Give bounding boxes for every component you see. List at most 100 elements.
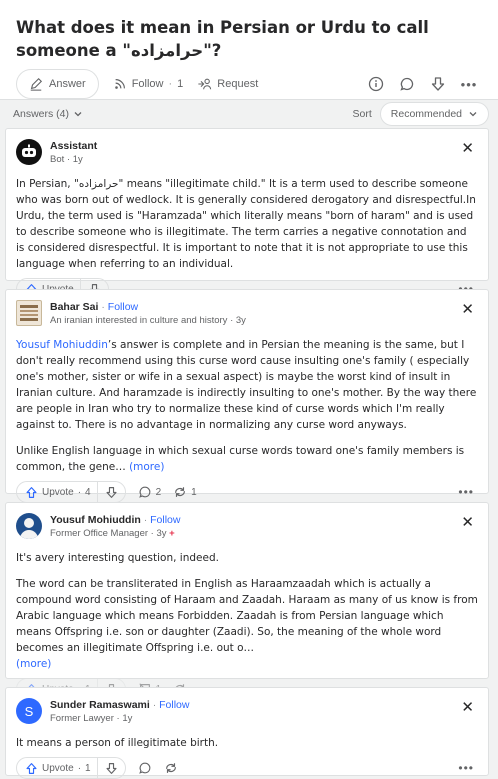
info-icon [368, 76, 384, 92]
info-button[interactable] [363, 71, 389, 97]
comment-icon [138, 762, 150, 774]
upvote-button[interactable]: Upvote · 4 [17, 482, 98, 502]
upvote-icon [26, 486, 37, 498]
share-count: 1 [191, 486, 197, 498]
mention-link[interactable]: Yousuf Mohiuddin [16, 339, 108, 351]
author-name[interactable]: Yousuf Mohiuddin · Follow [50, 513, 180, 527]
answer-button-label: Answer [49, 78, 86, 90]
downvote-icon [106, 486, 117, 498]
comment-count: 2 [155, 486, 162, 498]
downvote-icon [431, 77, 445, 91]
book-cover-icon [20, 305, 38, 321]
person-photo-icon [20, 518, 38, 539]
more-link[interactable]: (more) [129, 461, 164, 473]
downvote-icon [106, 762, 117, 774]
upvote-count: 4 [85, 486, 91, 498]
share-icon [175, 487, 186, 497]
more-icon[interactable]: ••• [458, 485, 474, 499]
author-credential: Bot · 1y [50, 154, 83, 165]
comment-button[interactable] [394, 71, 420, 97]
sort-dropdown[interactable]: Recommended [379, 102, 489, 126]
answer-header: Assistant Bot · 1y [16, 139, 478, 171]
plus-badge-icon: + [169, 528, 175, 539]
author-name[interactable]: Assistant [50, 139, 97, 153]
request-icon [198, 78, 212, 90]
answer-card: Yousuf Mohiuddin · Follow Former Office … [5, 502, 489, 700]
more-link[interactable]: (more) [16, 658, 51, 670]
sort-label: Sort [352, 108, 372, 120]
upvote-button[interactable]: Upvote · 1 [17, 758, 98, 778]
chevron-down-icon [469, 112, 477, 117]
more-icon[interactable]: ••• [458, 761, 474, 775]
avatar[interactable] [16, 513, 42, 539]
answer-body: It means a person of illegitimate birth. [16, 735, 478, 751]
answer-footer: Upvote · 1 ••• [16, 751, 478, 779]
answer-paragraph: In Persian, "حرامزاده" means "illegitima… [16, 178, 476, 270]
answer-button[interactable]: Answer [16, 69, 99, 99]
answer-card: S Sunder Ramaswami · Follow Former Lawye… [5, 687, 489, 779]
avatar[interactable] [16, 139, 42, 165]
downvote-question-button[interactable] [425, 71, 451, 97]
sort-bar: Answers (4) Sort Recommended [0, 100, 498, 128]
sort-selected: Recommended [390, 108, 462, 120]
close-icon[interactable]: ✕ [461, 139, 474, 157]
upvote-icon [26, 762, 37, 774]
author-credential: Former Lawyer · 1y [50, 713, 133, 724]
avatar-letter: S [24, 703, 34, 719]
follow-author-link[interactable]: Follow [108, 301, 138, 313]
answer-card: Assistant Bot · 1y ✕ In Persian, "حرامزا… [5, 128, 489, 300]
answer-header: Yousuf Mohiuddin · Follow Former Office … [16, 513, 478, 545]
answer-paragraph: The word can be transliterated in Englis… [16, 578, 478, 670]
follow-count: 1 [177, 78, 184, 90]
question-header: What does it mean in Persian or Urdu to … [0, 0, 498, 100]
more-options-button[interactable]: ••• [456, 71, 482, 97]
answer-paragraph: It's avery interesting question, indeed. [16, 552, 219, 564]
comment-button[interactable]: 2 [138, 485, 162, 499]
author-credential: Former Office Manager · 3y + [50, 528, 175, 539]
answer-body: In Persian, "حرامزاده" means "illegitima… [16, 176, 478, 272]
avatar[interactable] [16, 300, 42, 326]
vote-group: Upvote · 4 [16, 481, 126, 503]
comment-icon [400, 77, 414, 91]
vote-group: Upvote · 1 [16, 757, 126, 779]
share-button[interactable] [164, 761, 178, 775]
answers-count-dropdown[interactable]: Answers (4) [13, 108, 83, 120]
request-button[interactable]: Request [197, 77, 258, 91]
avatar[interactable]: S [16, 698, 42, 724]
close-icon[interactable]: ✕ [461, 300, 474, 318]
answer-paragraph: It means a person of illegitimate birth. [16, 737, 219, 749]
question-title[interactable]: What does it mean in Persian or Urdu to … [16, 16, 482, 62]
answer-paragraph: Yousuf Mohiuddin’s answer is complete an… [16, 339, 477, 431]
follow-signal-icon [114, 79, 125, 89]
downvote-button[interactable] [98, 482, 125, 502]
answers-count-label: Answers (4) [13, 108, 70, 120]
question-actions: Answer Follow · 1 Request ••• [16, 69, 482, 99]
author-name[interactable]: Bahar Sai · Follow [50, 300, 246, 314]
comment-button[interactable] [138, 761, 152, 775]
bot-icon [22, 144, 36, 157]
downvote-button[interactable] [98, 758, 125, 778]
upvote-count: 1 [85, 762, 91, 774]
answer-body: It's avery interesting question, indeed.… [16, 550, 478, 672]
answer-header: S Sunder Ramaswami · Follow Former Lawye… [16, 698, 478, 730]
close-icon[interactable]: ✕ [461, 698, 474, 716]
share-button[interactable]: 1 [173, 485, 197, 499]
request-label: Request [217, 78, 259, 90]
comment-icon [138, 486, 150, 498]
upvote-label: Upvote [42, 762, 74, 774]
answer-paragraph: Unlike English language in which sexual … [16, 445, 465, 473]
close-icon[interactable]: ✕ [461, 513, 474, 531]
more-icon: ••• [460, 76, 478, 92]
answer-card: Bahar Sai · Follow An iranian interested… [5, 289, 489, 503]
follow-author-link[interactable]: Follow [150, 514, 180, 526]
chevron-down-icon [74, 112, 82, 117]
answer-body: Yousuf Mohiuddin’s answer is complete an… [16, 337, 478, 475]
author-name[interactable]: Sunder Ramaswami · Follow [50, 698, 189, 712]
follow-button[interactable]: Follow · 1 [113, 77, 184, 91]
answer-header: Bahar Sai · Follow An iranian interested… [16, 300, 478, 332]
follow-author-link[interactable]: Follow [159, 699, 189, 711]
author-credential: An iranian interested in culture and his… [50, 315, 246, 326]
upvote-label: Upvote [42, 486, 74, 498]
share-icon [165, 763, 176, 773]
follow-label: Follow [131, 78, 164, 90]
